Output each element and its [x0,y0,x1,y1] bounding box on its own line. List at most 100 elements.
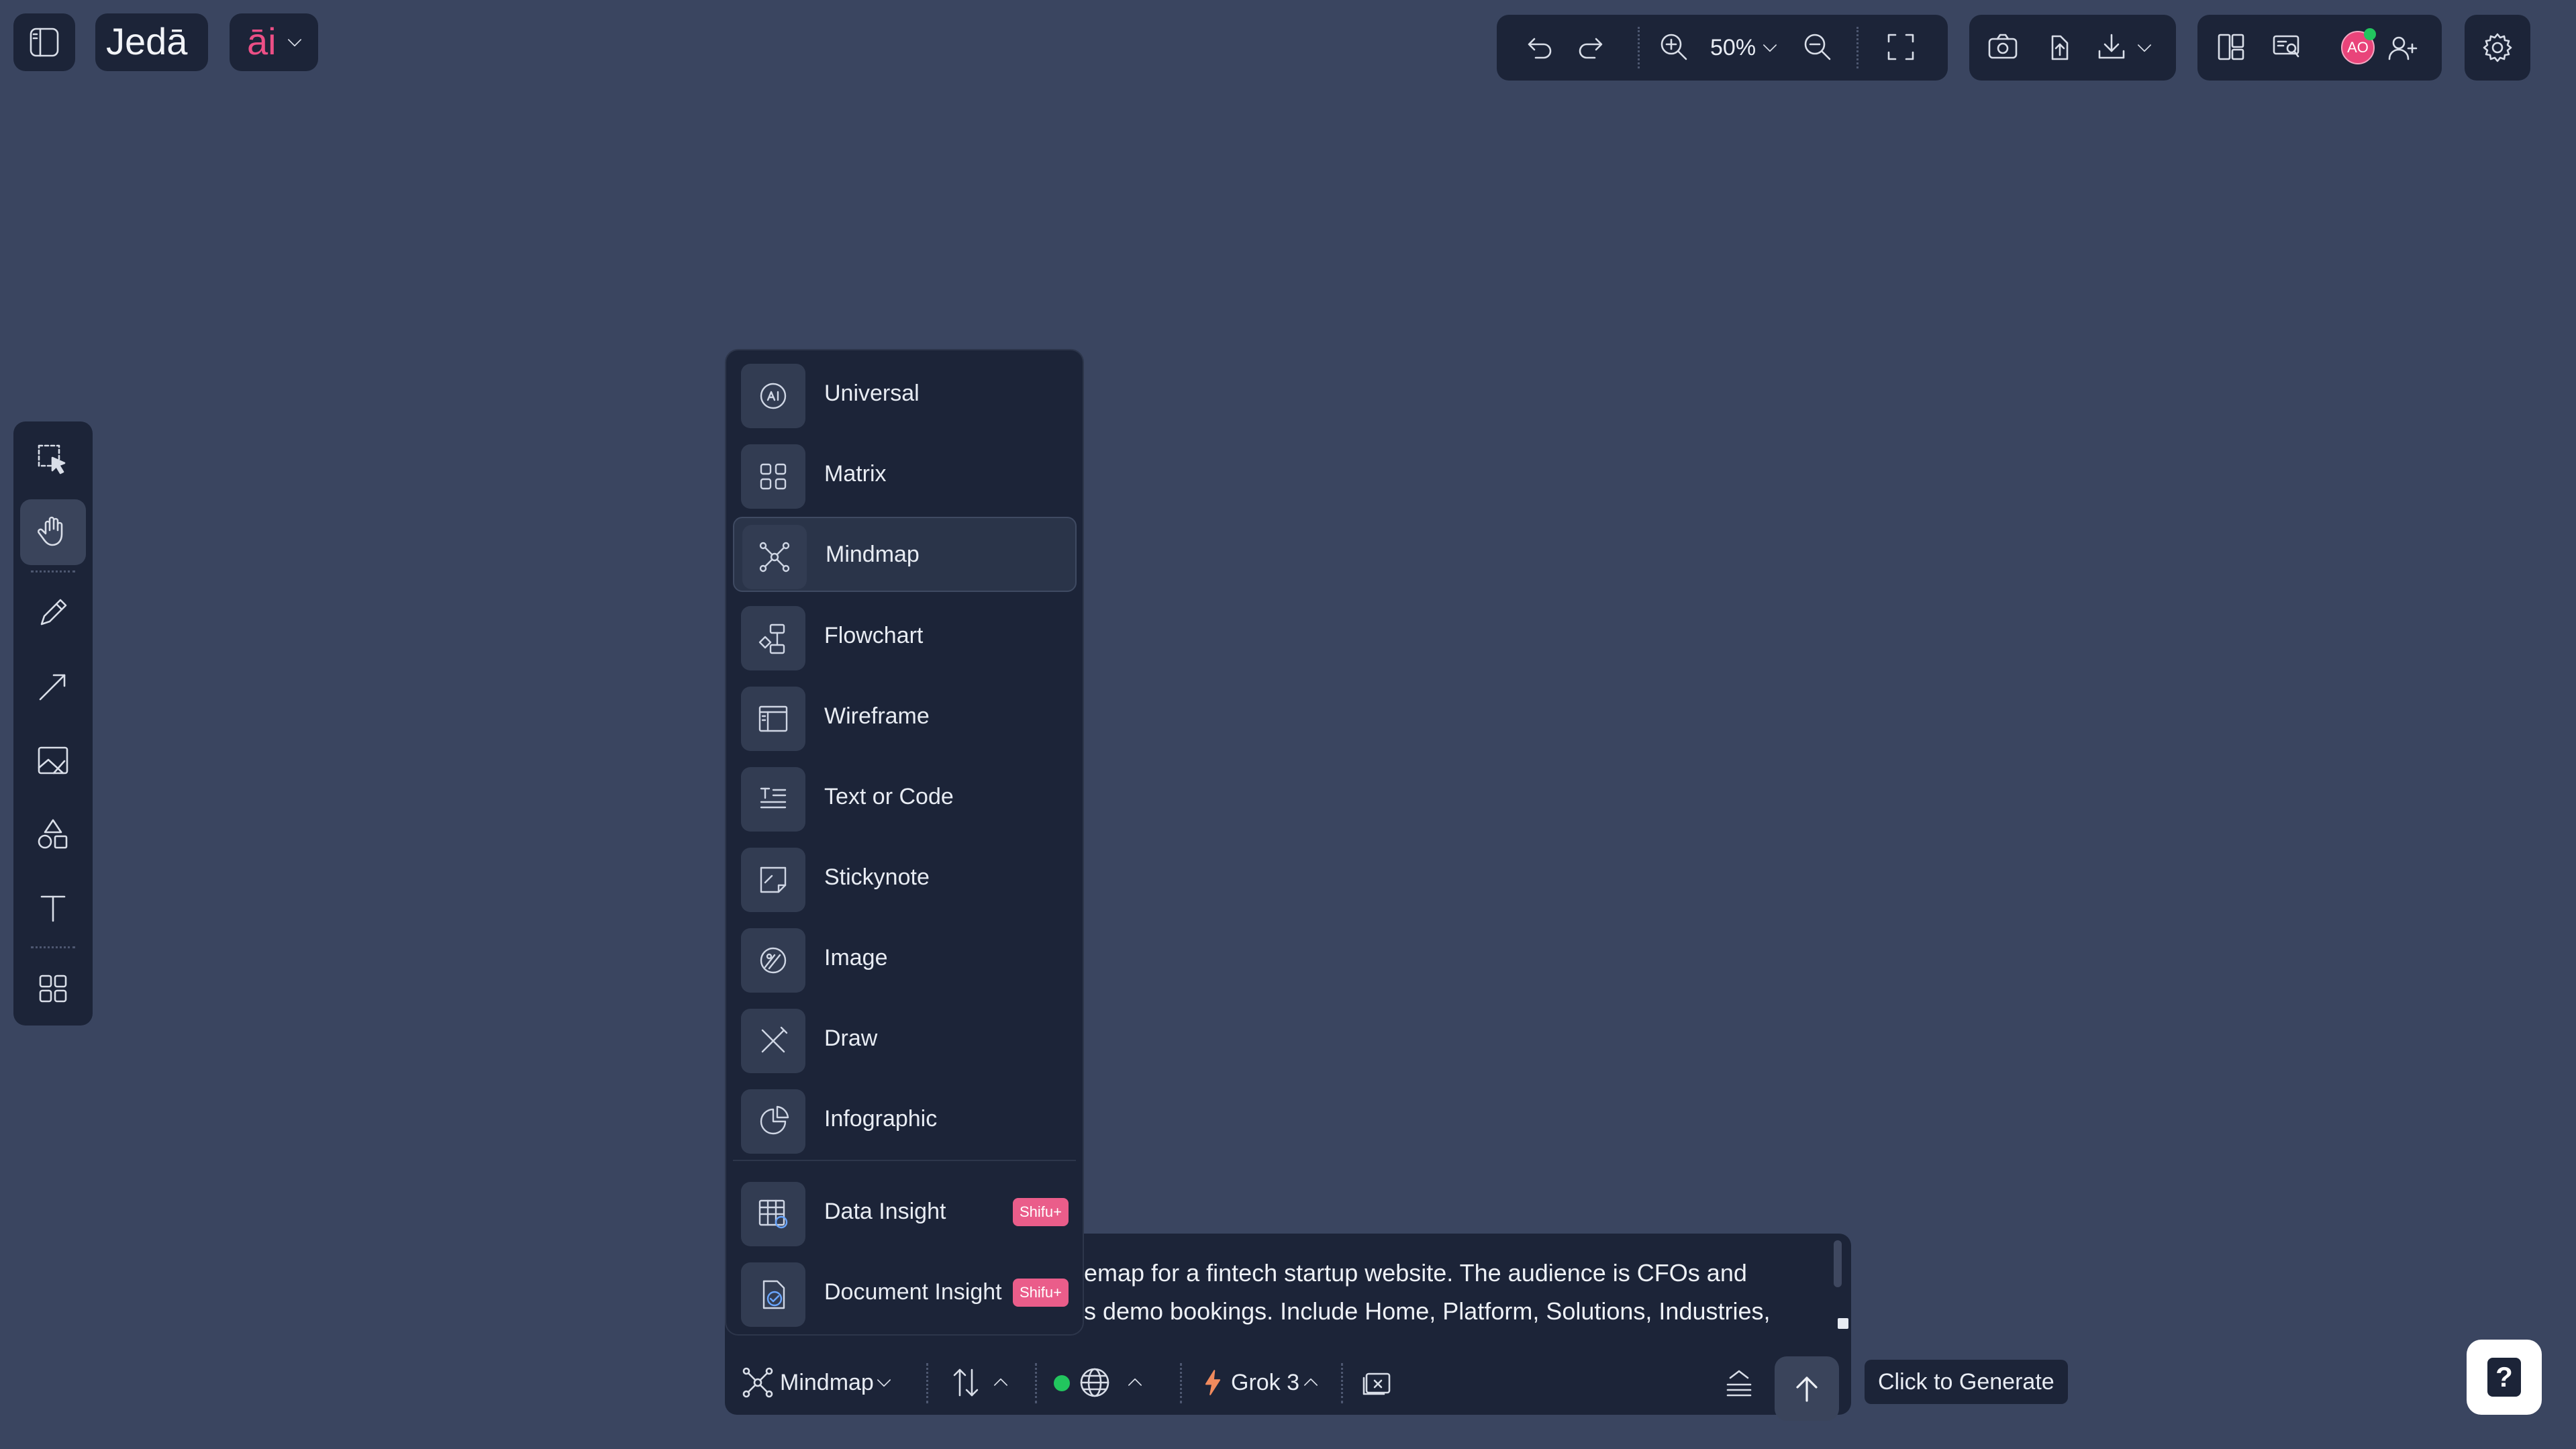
menu-item-label: Image [824,945,888,970]
menu-item-label: Infographic [824,1106,938,1132]
presentation-button[interactable] [2269,30,2303,64]
wireframe-icon [741,687,805,751]
grid-icon [39,975,67,1003]
generate-button[interactable] [1775,1356,1839,1421]
undo-button[interactable] [1521,30,1556,64]
menu-item-universal[interactable]: Universal [733,356,1077,431]
download-button[interactable] [2094,30,2129,64]
chevron-down-icon[interactable] [2133,36,2156,59]
menu-item-label: Universal [824,381,920,406]
pencil-tool[interactable] [20,580,86,646]
prompt-scrollbar[interactable] [1834,1240,1842,1287]
menu-item-image[interactable]: Image [733,920,1077,995]
attach-context-button[interactable] [1358,1364,1395,1401]
redo-button[interactable] [1575,30,1609,64]
collaboration-toolbar: AO [2197,15,2442,81]
prompt-input[interactable]: emap for a fintech startup website. The … [1084,1254,1816,1348]
menu-item-label: Stickynote [824,864,930,890]
chevron-down-icon [873,1371,895,1394]
layout-button[interactable] [2214,30,2248,64]
divider [1180,1363,1182,1403]
sort-icon [948,1364,984,1401]
menu-item-stickynote[interactable]: Stickynote [733,840,1077,915]
shapes-tool[interactable] [20,801,86,867]
infographic-icon [741,1089,805,1154]
settings-button[interactable] [2465,15,2530,81]
logo-text: Jedā [106,20,188,62]
hand-tool[interactable] [20,499,86,565]
premium-badge: Shifu+ [1013,1198,1069,1226]
ai-label: āi [247,20,277,62]
help-button[interactable]: ? [2467,1340,2542,1415]
globe-icon [1077,1364,1113,1401]
menu-item-label: Matrix [824,461,887,487]
image-icon [741,928,805,993]
arrow-icon [39,674,66,701]
prompt-line: s demo bookings. Include Home, Platform,… [1084,1297,1771,1325]
draw-icon [741,1009,805,1073]
model-select[interactable]: Grok 3 [1199,1351,1333,1415]
screenshot-button[interactable] [1985,30,2020,64]
online-status-dot [2364,28,2376,40]
menu-item-draw[interactable]: Draw [733,1001,1077,1076]
sort-select[interactable] [946,1351,1027,1415]
menu-item-document-insight[interactable]: Document Insight Shifu+ [733,1254,1077,1330]
chevron-up-icon [1124,1371,1146,1394]
document-insight-icon [741,1262,805,1327]
mode-select[interactable]: Mindmap [738,1351,906,1415]
menu-item-flowchart[interactable]: Flowchart [733,598,1077,673]
menu-item-matrix[interactable]: Matrix [733,436,1077,511]
collapse-button[interactable] [1721,1364,1757,1401]
chevron-down-icon [1758,36,1781,59]
menu-item-wireframe[interactable]: Wireframe [733,679,1077,754]
menu-item-text-or-code[interactable]: Text or Code [733,759,1077,834]
resize-handle[interactable] [1838,1318,1848,1329]
menu-item-mindmap[interactable]: Mindmap [733,517,1077,592]
help-label: ? [2495,1361,2513,1393]
divider [1638,27,1640,68]
text-code-icon [741,767,805,832]
export-toolbar [1969,15,2176,81]
mindmap-icon [740,1364,776,1401]
chevron-up-icon [1299,1371,1322,1394]
divider [1035,1363,1037,1403]
image-tool[interactable] [20,728,86,793]
arrow-tool[interactable] [20,654,86,719]
mindmap-icon [742,525,807,589]
menu-item-data-insight[interactable]: Data Insight Shifu+ [733,1174,1077,1249]
history-zoom-toolbar: 50% [1497,15,1948,81]
menu-item-label: Flowchart [824,623,924,648]
fit-screen-button[interactable] [1883,30,1918,64]
diagram-type-menu: Universal Matrix Mindmap Flowchart Wireframe… [725,349,1084,1336]
menu-item-infographic[interactable]: Infographic [733,1081,1077,1156]
flowchart-icon [741,606,805,670]
zoom-out-button[interactable] [1800,30,1835,64]
share-button[interactable] [2042,30,2077,64]
model-label: Grok 3 [1231,1370,1300,1395]
zoom-in-button[interactable] [1656,30,1691,64]
ai-menu-button[interactable]: āi [230,13,318,71]
data-insight-icon [741,1182,805,1246]
menu-item-label: Wireframe [824,703,930,729]
prompt-toolbar: Mindmap Grok 3 [725,1351,1851,1421]
menu-item-label: Document Insight [824,1279,1002,1305]
divider [1856,27,1859,68]
apps-tool[interactable] [20,956,86,1021]
drawing-toolbar [13,421,93,1026]
sidebar-toggle-button[interactable] [13,13,75,71]
prompt-line: emap for a fintech startup website. The … [1084,1259,1747,1287]
divider [733,1160,1076,1161]
divider [926,1363,928,1403]
avatar[interactable]: AO [2341,28,2376,64]
divider [31,570,75,572]
text-tool[interactable] [20,875,86,941]
app-logo[interactable]: Jedā [95,13,208,71]
menu-item-label: Data Insight [824,1199,946,1224]
invite-user-button[interactable] [2385,31,2420,66]
select-tool[interactable] [20,427,86,493]
web-search-select[interactable] [1054,1351,1161,1415]
stickynote-icon [741,848,805,912]
arrow-up-icon [1796,1377,1818,1402]
generate-tooltip: Click to Generate [1865,1360,2068,1404]
zoom-level-select[interactable]: 50% [1710,15,1784,81]
